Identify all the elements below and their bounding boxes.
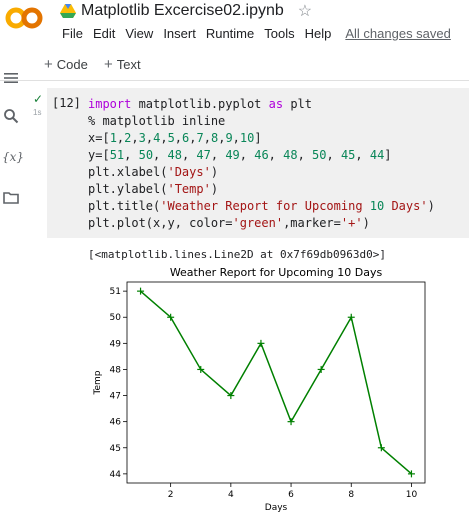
code-line[interactable]: % matplotlib inline: [88, 113, 435, 130]
folder-icon[interactable]: [3, 190, 19, 206]
notebook-title[interactable]: Matplotlib Excercise02.ipynb: [81, 2, 284, 20]
menu-insert[interactable]: Insert: [159, 24, 200, 43]
data-point-marker: [287, 418, 295, 426]
variables-icon[interactable]: {x}: [2, 150, 24, 166]
code-line[interactable]: plt.ylabel('Temp'): [88, 181, 435, 198]
menu-edit[interactable]: Edit: [89, 24, 119, 43]
x-axis-label: Days: [265, 503, 288, 513]
execution-count: [12]: [52, 96, 81, 110]
x-tick-label: 2: [168, 490, 174, 500]
y-tick-label: 44: [110, 470, 122, 480]
x-tick-label: 8: [348, 490, 354, 500]
save-status[interactable]: All changes saved: [341, 24, 455, 43]
data-point-marker: [257, 339, 265, 347]
code-editor[interactable]: import matplotlib.pyplot as plt% matplot…: [88, 96, 435, 232]
x-tick-label: 6: [288, 490, 294, 500]
execution-time: 1s: [33, 108, 42, 117]
y-tick-label: 47: [110, 392, 121, 402]
x-tick-label: 10: [406, 490, 418, 500]
code-line[interactable]: plt.plot(x,y, color='green',marker='+'): [88, 215, 435, 232]
code-line[interactable]: plt.title('Weather Report for Upcoming 1…: [88, 198, 435, 215]
data-point-marker: [317, 365, 325, 373]
add-code-button[interactable]: + Code: [44, 56, 88, 73]
plot-output: Weather Report for Upcoming 10 Days2 4 6 8 1…: [93, 266, 426, 513]
menu-file[interactable]: File: [58, 24, 87, 43]
chart-title: Weather Report for Upcoming 10 Days: [170, 266, 383, 279]
code-line[interactable]: y=[51, 50, 48, 47, 49, 46, 48, 50, 45, 4…: [88, 147, 435, 164]
code-line[interactable]: x=[1,2,3,4,5,6,7,8,9,10]: [88, 130, 435, 147]
x-tick-label: 4: [228, 490, 234, 500]
y-axis-label: Temp: [93, 370, 103, 395]
y-tick-label: 49: [110, 339, 122, 349]
menu-view[interactable]: View: [121, 24, 157, 43]
y-tick-label: 50: [110, 313, 122, 323]
cell-output-text: [<matplotlib.lines.Line2D at 0x7f69db096…: [88, 248, 387, 261]
y-tick-label: 51: [110, 287, 121, 297]
menu-help[interactable]: Help: [301, 24, 336, 43]
y-tick-label: 46: [110, 418, 122, 428]
add-text-label: Text: [116, 57, 141, 72]
menu-icon[interactable]: [3, 70, 19, 86]
code-line[interactable]: plt.xlabel('Days'): [88, 164, 435, 181]
data-point-marker: [347, 313, 355, 321]
menu-tools[interactable]: Tools: [260, 24, 298, 43]
add-text-button[interactable]: + Text: [104, 56, 141, 73]
search-icon[interactable]: [3, 108, 19, 124]
run-status-check-icon[interactable]: ✓: [33, 92, 43, 106]
y-tick-label: 48: [110, 365, 122, 375]
drive-icon: [60, 4, 76, 18]
code-line[interactable]: import matplotlib.pyplot as plt: [88, 96, 435, 113]
y-tick-label: 45: [110, 444, 121, 454]
colab-logo[interactable]: [4, 6, 44, 30]
series-line: [140, 290, 412, 475]
add-code-label: Code: [56, 57, 88, 72]
menu-runtime[interactable]: Runtime: [202, 24, 258, 43]
star-icon[interactable]: ☆: [298, 1, 312, 21]
plus-icon: +: [104, 56, 113, 73]
plus-icon: +: [44, 56, 53, 73]
toolbar: + Code + Text: [0, 48, 469, 81]
menu-bar: File Edit View Insert Runtime Tools Help…: [58, 24, 457, 43]
